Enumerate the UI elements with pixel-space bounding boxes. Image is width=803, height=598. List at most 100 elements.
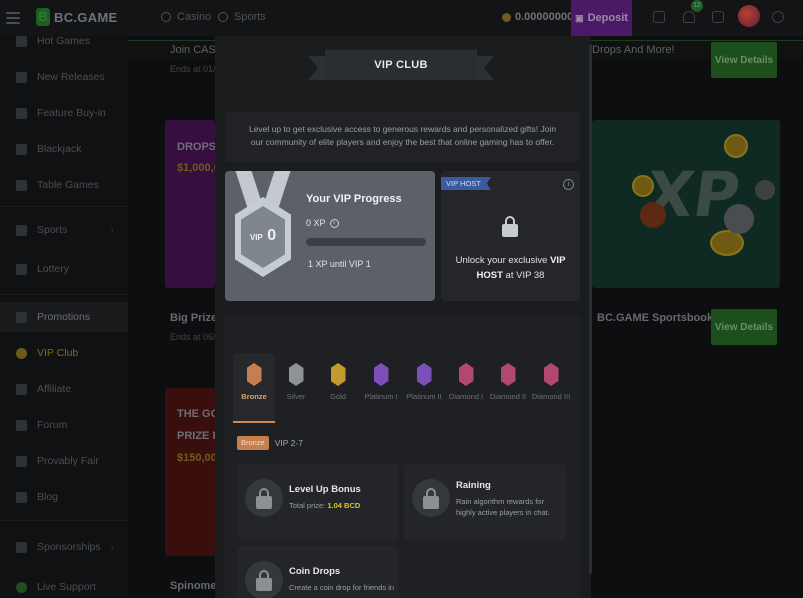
gift-icon[interactable] (653, 11, 665, 23)
sidebar-item-sponsorships[interactable]: Sponsorships › (0, 532, 128, 562)
promo-end-date: Ends at 01/0 (170, 64, 221, 74)
tier-tab-diamond-1[interactable]: Diamond I (445, 363, 487, 423)
logo[interactable]: B BC.GAME (36, 8, 118, 26)
tier-label: Bronze (241, 392, 267, 401)
progress-xp: 0 XP i (306, 218, 339, 228)
view-details-button[interactable]: View Details (711, 42, 777, 78)
table-icon (16, 179, 27, 191)
bell-icon[interactable] (683, 11, 695, 23)
tier-tab-gold[interactable]: Gold (317, 363, 359, 423)
deposit-button[interactable]: ▣ Deposit (571, 0, 632, 36)
tier-label: Platinum I (364, 392, 398, 401)
nav-sports[interactable]: Sports (218, 11, 266, 23)
sidebar-item-table-games[interactable]: Table Games (0, 170, 128, 200)
host-text-vip: VIP (550, 255, 566, 266)
sidebar-item-label: Sports (37, 224, 68, 236)
gold-amount: $150,00 (177, 452, 217, 464)
balance-value: 0.00000000 (515, 11, 574, 23)
promo-card-sportsbook[interactable]: XP (592, 120, 780, 288)
sidebar-item-label: Hot Games (37, 35, 91, 47)
sidebar-item-provably-fair[interactable]: Provably Fair (0, 446, 128, 476)
tier-tab-platinum-1[interactable]: Platinum I (360, 363, 402, 423)
perk-prize-amount: 1.04 BCD (327, 501, 361, 510)
star-icon (16, 107, 27, 119)
sidebar-item-lottery[interactable]: Lottery (0, 254, 128, 284)
perk-icon (245, 561, 283, 598)
perk-icon (412, 479, 450, 517)
platinum-gem-icon (373, 363, 389, 386)
blog-icon (16, 491, 27, 503)
balance-selector[interactable]: 0.00000000 ▾ (502, 11, 581, 23)
chevron-right-icon: › (110, 224, 114, 236)
perk-card-raining[interactable]: Raining Rain algorithm rewards for highl… (404, 464, 566, 540)
sidebar-item-vip-club[interactable]: VIP Club (0, 338, 128, 368)
modal-scrollbar[interactable] (589, 44, 592, 574)
logo-text: BC.GAME (54, 9, 118, 25)
sidebar-item-forum[interactable]: Forum (0, 410, 128, 440)
sidebar-item-live-support[interactable]: Live Support (0, 572, 128, 598)
perk-title: Level Up Bonus (289, 484, 361, 495)
xp-until-next: 1 XP until VIP 1 (308, 259, 371, 269)
view-details-button[interactable]: View Details (711, 309, 777, 345)
sidebar-item-blackjack[interactable]: Blackjack (0, 134, 128, 164)
modal-title-ribbon: VIP CLUB (308, 50, 494, 82)
sidebar-item-blog[interactable]: Blog (0, 482, 128, 512)
xp-value: 0 XP (306, 218, 326, 228)
perk-card-level-up-bonus[interactable]: Level Up Bonus Total prize: 1.04 BCD (237, 464, 399, 540)
sidebar-divider (0, 206, 128, 207)
wallet-icon: ▣ (575, 12, 584, 23)
perk-title: Coin Drops (289, 566, 341, 577)
tier-tab-platinum-2[interactable]: Platinum II (403, 363, 445, 423)
lock-icon (256, 570, 272, 591)
tier-tab-diamond-2[interactable]: Diamond II (487, 363, 529, 423)
vip-intro-text: Level up to get exclusive access to gene… (225, 112, 580, 162)
modal-title: VIP CLUB (325, 50, 477, 80)
coin-art-icon (632, 175, 654, 197)
globe-icon[interactable] (772, 11, 784, 23)
lottery-icon (16, 263, 27, 275)
sidebar-item-feature-buy-in[interactable]: Feature Buy-in (0, 98, 128, 128)
perk-subtitle: Rain algorithm rewards for highly active… (456, 497, 550, 517)
ball-icon (755, 180, 775, 200)
info-icon[interactable]: i (329, 218, 339, 228)
lock-icon (256, 488, 272, 509)
gold-gem-icon (330, 363, 346, 386)
nav-casino[interactable]: Casino (161, 11, 211, 23)
tier-label: Diamond II (489, 392, 527, 401)
menu-icon[interactable] (6, 10, 20, 26)
vip-host-tag: VIP HOST (441, 177, 491, 190)
sidebar-item-label: Promotions (37, 311, 91, 323)
coin-art-icon (724, 134, 748, 158)
sidebar-item-new-releases[interactable]: New Releases (0, 62, 128, 92)
vip-club-modal: VIP CLUB Level up to get exclusive acces… (215, 28, 591, 598)
tier-tab-diamond-3[interactable]: Diamond III (530, 363, 572, 423)
vip-progress-card: VIP 0 Your VIP Progress 0 XP i 1 XP unti… (225, 171, 435, 301)
medal-label: VIP 0 (241, 227, 285, 245)
chat-icon[interactable] (712, 11, 724, 23)
lock-icon (423, 488, 439, 509)
diamond-gem-icon (458, 363, 474, 386)
info-icon[interactable]: i (563, 179, 574, 190)
medal-level: 0 (267, 227, 277, 244)
sidebar-item-promotions[interactable]: Promotions (0, 302, 128, 332)
sidebar-item-label: Blog (37, 491, 59, 503)
lock-icon (502, 216, 518, 237)
avatar[interactable] (738, 5, 760, 27)
sidebar-item-label: Affiliate (37, 383, 72, 395)
sidebar-item-affiliate[interactable]: Affiliate (0, 374, 128, 404)
sidebar-divider (0, 294, 128, 295)
sidebar-item-label: Table Games (37, 179, 99, 191)
bronze-gem-icon (246, 363, 262, 386)
sidebar-item-sports[interactable]: Sports › (0, 215, 128, 245)
fire-icon (16, 35, 27, 47)
headset-icon (16, 581, 27, 593)
megaphone-icon (16, 311, 27, 323)
medal-vip-text: VIP (249, 233, 263, 242)
tier-tab-bronze[interactable]: Bronze (233, 353, 275, 423)
tier-tab-silver[interactable]: Silver (275, 363, 317, 423)
casino-icon (161, 12, 171, 22)
level-range-row: Bronze VIP 2-7 (237, 436, 303, 450)
xp-progress-bar (306, 238, 426, 246)
progress-title: Your VIP Progress (306, 193, 402, 205)
perk-card-coin-drops[interactable]: Coin Drops Create a coin drop for friend… (237, 546, 399, 598)
